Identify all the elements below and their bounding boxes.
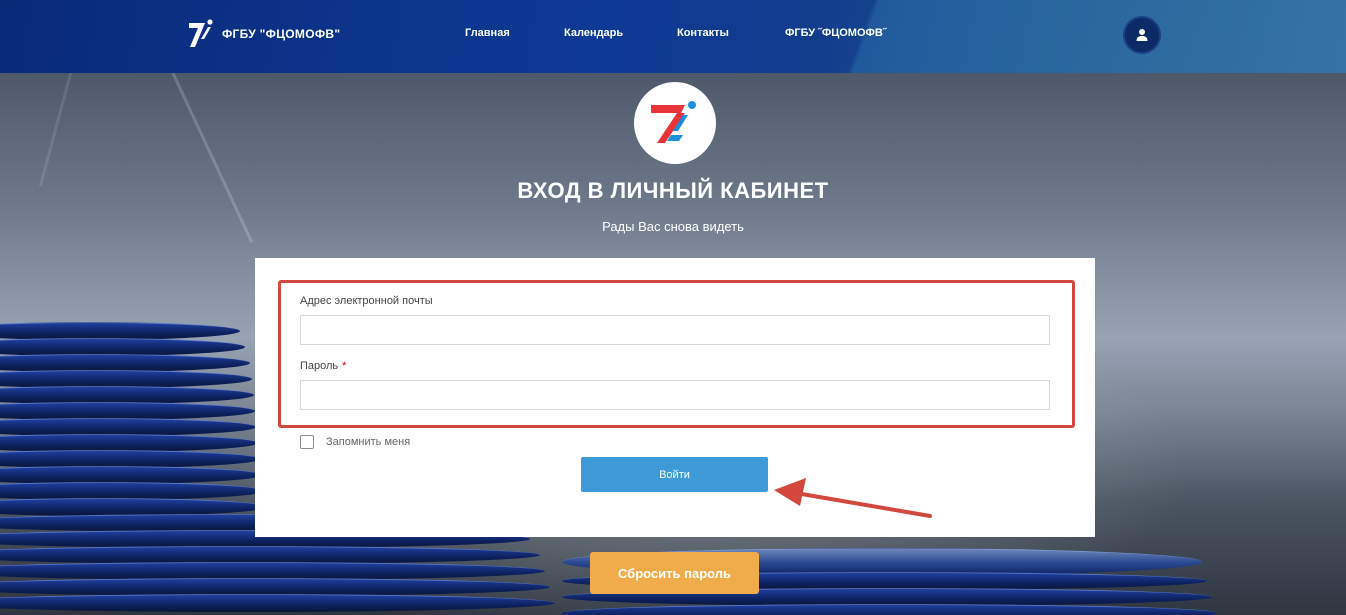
user-account-button[interactable]: [1123, 16, 1161, 54]
credentials-highlight-box: [278, 280, 1075, 428]
seven-logo-icon: [189, 19, 213, 47]
page-subtitle: Рады Вас снова видеть: [602, 219, 744, 234]
nav-link-organization[interactable]: ФГБУ ˝ФЦОМОФВ˝: [785, 27, 887, 39]
top-navbar: ФГБУ "ФЦОМОФВ" Главная Календарь Контакт…: [0, 0, 1346, 73]
page-title: ВХОД В ЛИЧНЫЙ КАБИНЕТ: [517, 178, 829, 203]
nav-link-calendar[interactable]: Календарь: [564, 27, 623, 39]
user-icon: [1136, 29, 1148, 41]
nav-link-home[interactable]: Главная: [465, 27, 510, 39]
nav-link-contacts[interactable]: Контакты: [677, 27, 729, 39]
remember-me[interactable]: Запомнить меня: [300, 435, 410, 449]
annotation-arrow-icon: [774, 478, 932, 518]
navbar-accent: [806, 0, 1346, 73]
remember-me-checkbox[interactable]: [300, 435, 314, 449]
light-ray: [38, 69, 73, 187]
light-ray: [170, 69, 254, 243]
reset-password-button[interactable]: Сбросить пароль: [590, 552, 759, 594]
brand-logo[interactable]: ФГБУ "ФЦОМОФВ": [188, 17, 340, 51]
remember-me-label: Запомнить меня: [326, 436, 411, 448]
login-button[interactable]: Войти: [581, 457, 768, 492]
brand-name: ФГБУ "ФЦОМОФВ": [222, 27, 341, 41]
login-logo: [634, 82, 716, 164]
seven-logo-icon: [651, 101, 696, 143]
